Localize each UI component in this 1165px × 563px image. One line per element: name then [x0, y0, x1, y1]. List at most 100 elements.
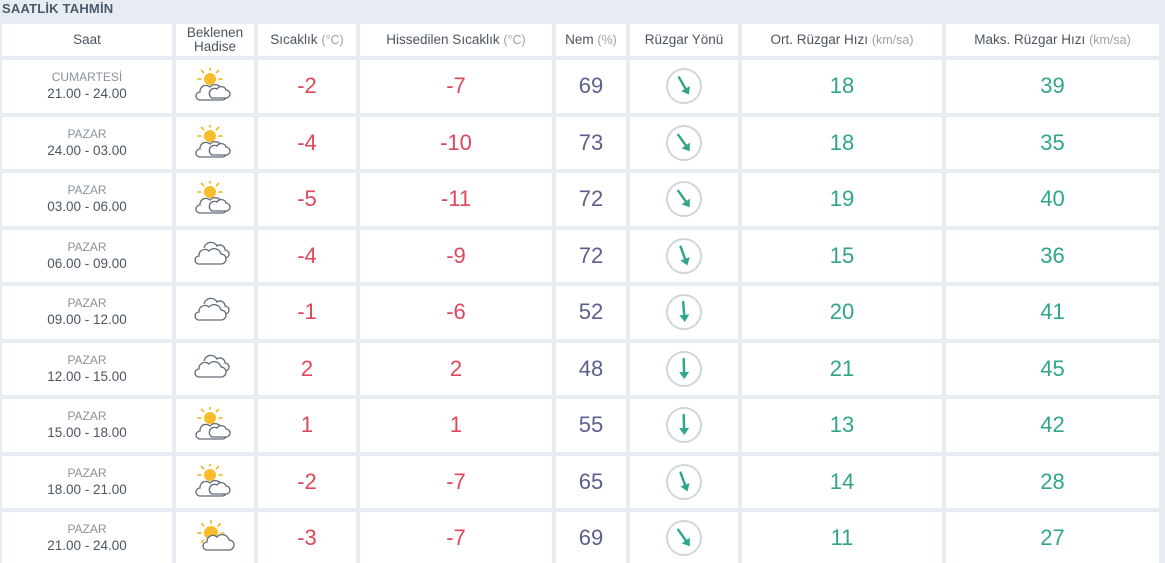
time-cell: PAZAR 09.00 - 12.00 [2, 286, 172, 339]
table-row: PAZAR 03.00 - 06.00 -5 -11 72 19 40 [2, 173, 1159, 226]
time-cell: PAZAR 15.00 - 18.00 [2, 399, 172, 452]
partly-cloudy-icon [195, 68, 231, 101]
weather-icon-cell [176, 342, 254, 395]
time-range: 21.00 - 24.00 [47, 538, 127, 554]
wind-direction-cell [630, 229, 738, 282]
day-label: PAZAR [67, 126, 107, 141]
weather-icon-cell [176, 399, 254, 452]
day-label: PAZAR [67, 352, 107, 367]
cloudy-icon [194, 298, 230, 321]
max-wind-speed-value: 40 [946, 173, 1159, 226]
max-wind-speed-value: 39 [946, 60, 1159, 113]
wind-direction-icon [666, 294, 702, 331]
temperature-value: 1 [258, 399, 356, 452]
header-row: Saat Beklenen Hadise Sıcaklık (°C) Hissed… [2, 24, 1159, 56]
time-cell: CUMARTESİ 21.00 - 24.00 [2, 60, 172, 113]
table-row: PAZAR 21.00 - 24.00 -3 -7 69 11 27 [2, 512, 1159, 563]
header-ruzgar-yonu: Rüzgar Yönü [630, 24, 738, 56]
time-range: 12.00 - 15.00 [47, 368, 127, 384]
partly-cloudy-icon [195, 181, 231, 214]
time-range: 15.00 - 18.00 [47, 425, 127, 441]
day-label: PAZAR [67, 409, 107, 424]
feels-like-value: -11 [360, 173, 552, 226]
weather-icon-cell [176, 229, 254, 282]
feels-like-value: -9 [360, 229, 552, 282]
wind-direction-icon [666, 237, 702, 274]
feels-like-value: -10 [360, 116, 552, 169]
avg-wind-speed-value: 18 [742, 60, 942, 113]
wind-direction-icon [666, 68, 702, 105]
humidity-value: 72 [556, 173, 626, 226]
day-label: PAZAR [67, 183, 107, 198]
table-row: PAZAR 18.00 - 21.00 -2 -7 65 14 28 [2, 455, 1159, 508]
max-wind-speed-value: 41 [946, 286, 1159, 339]
feels-like-value: 2 [360, 342, 552, 395]
wind-direction-cell [630, 116, 738, 169]
time-range: 21.00 - 24.00 [47, 86, 127, 102]
feels-like-value: -7 [360, 455, 552, 508]
temperature-value: -4 [258, 116, 356, 169]
table-row: CUMARTESİ 21.00 - 24.00 -2 -7 69 18 39 [2, 60, 1159, 113]
partly-cloudy-icon [195, 463, 231, 497]
temperature-value: -2 [258, 60, 356, 113]
avg-wind-speed-value: 15 [742, 229, 942, 282]
hourly-forecast-panel: SAATLİK TAHMİN Saat Beklenen Hadise Sıcak… [0, 0, 1165, 563]
max-wind-speed-value: 36 [946, 229, 1159, 282]
weather-icon-cell [176, 60, 254, 113]
header-sicaklik: Sıcaklık (°C) [258, 24, 356, 56]
day-label: PAZAR [67, 296, 107, 311]
cloudy-icon [194, 354, 230, 378]
temperature-value: -3 [258, 512, 356, 563]
feels-like-value: -7 [360, 512, 552, 563]
temperature-value: -2 [258, 455, 356, 508]
feels-like-value: -6 [360, 286, 552, 339]
avg-wind-speed-value: 18 [742, 116, 942, 169]
time-range: 18.00 - 21.00 [47, 481, 127, 497]
feels-like-value: -7 [360, 60, 552, 113]
humidity-value: 69 [556, 512, 626, 563]
panel-title: SAATLİK TAHMİN [2, 1, 114, 16]
avg-wind-speed-value: 21 [742, 342, 942, 395]
temperature-value: -5 [258, 173, 356, 226]
humidity-value: 72 [556, 229, 626, 282]
time-cell: PAZAR 06.00 - 09.00 [2, 229, 172, 282]
weather-icon-cell [176, 455, 254, 508]
humidity-value: 52 [556, 286, 626, 339]
temperature-value: 2 [258, 342, 356, 395]
max-wind-speed-value: 45 [946, 342, 1159, 395]
humidity-value: 65 [556, 455, 626, 508]
time-cell: PAZAR 12.00 - 15.00 [2, 342, 172, 395]
day-label: PAZAR [67, 522, 107, 537]
table-row: PAZAR 15.00 - 18.00 1 1 55 13 42 [2, 399, 1159, 452]
time-cell: PAZAR 03.00 - 06.00 [2, 173, 172, 226]
humidity-value: 69 [556, 60, 626, 113]
time-cell: PAZAR 24.00 - 03.00 [2, 116, 172, 169]
avg-wind-speed-value: 13 [742, 399, 942, 452]
header-hadise: Beklenen Hadise [176, 24, 254, 56]
time-range: 24.00 - 03.00 [47, 142, 127, 158]
partly-cloudy-icon [195, 124, 231, 158]
wind-direction-icon [666, 350, 702, 387]
header-ort-ruzgar: Ort. Rüzgar Hızı (km/sa) [742, 24, 942, 56]
avg-wind-speed-value: 19 [742, 173, 942, 226]
day-label: CUMARTESİ [51, 70, 123, 85]
header-hissedilen: Hissedilen Sıcaklık (°C) [360, 24, 552, 56]
time-range: 03.00 - 06.00 [47, 199, 127, 215]
humidity-value: 73 [556, 116, 626, 169]
wind-direction-icon [666, 520, 702, 557]
avg-wind-speed-value: 20 [742, 286, 942, 339]
wind-direction-icon [666, 181, 702, 218]
avg-wind-speed-value: 11 [742, 512, 942, 563]
table-row: PAZAR 09.00 - 12.00 -1 -6 52 20 41 [2, 286, 1159, 339]
wind-direction-cell [630, 399, 738, 452]
time-range: 09.00 - 12.00 [47, 312, 127, 328]
sun-cloud-icon [197, 520, 235, 551]
temperature-value: -4 [258, 229, 356, 282]
wind-direction-icon [666, 463, 702, 500]
humidity-value: 55 [556, 399, 626, 452]
forecast-table: Saat Beklenen Hadise Sıcaklık (°C) Hissed… [0, 20, 1163, 563]
wind-direction-cell [630, 512, 738, 563]
max-wind-speed-value: 27 [946, 512, 1159, 563]
avg-wind-speed-value: 14 [742, 455, 942, 508]
max-wind-speed-value: 35 [946, 116, 1159, 169]
